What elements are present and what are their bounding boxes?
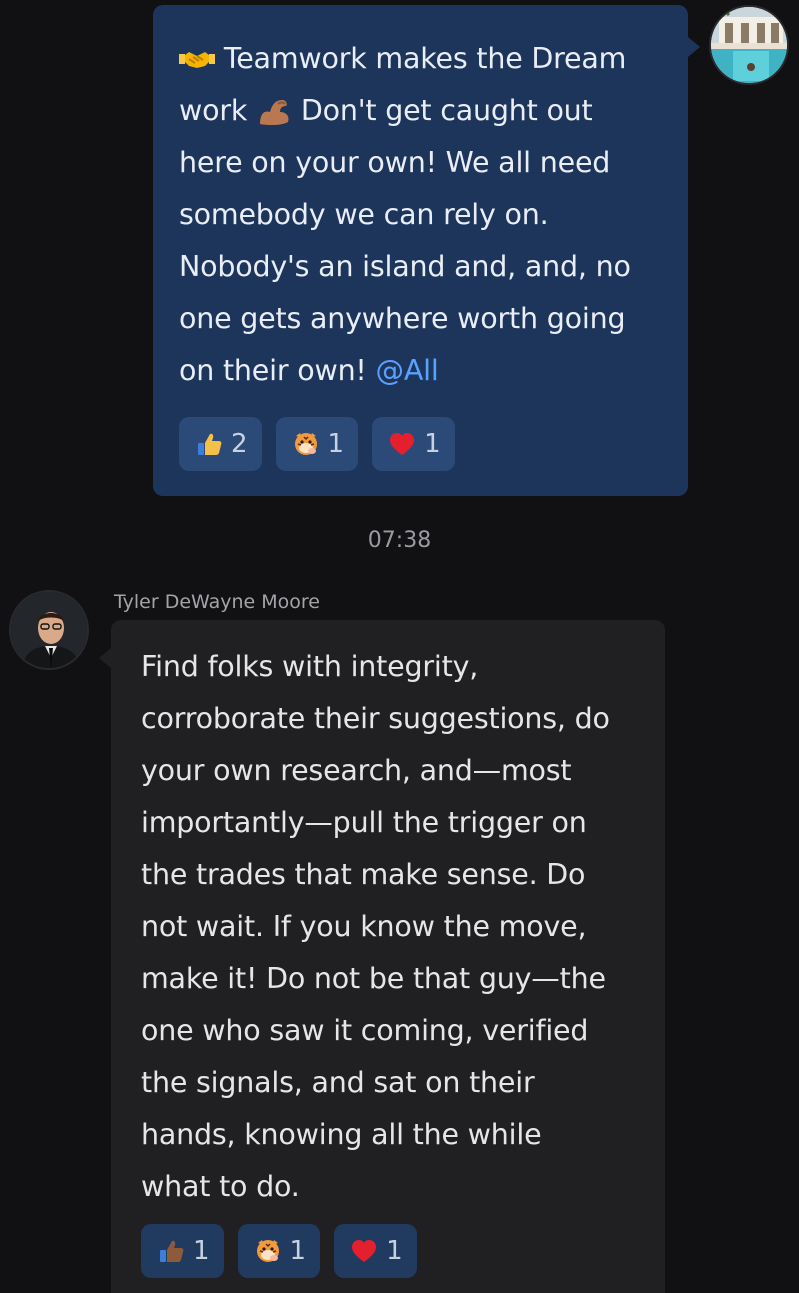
reaction-count: 1 <box>289 1236 307 1266</box>
mention-all-link[interactable]: @All <box>376 354 439 387</box>
reaction-tiger[interactable]: 1 <box>237 1224 321 1278</box>
my-avatar[interactable] <box>709 5 789 85</box>
message-timestamp: 07:38 <box>367 528 432 553</box>
incoming-message-bubble[interactable]: Find folks with integrity, corroborate t… <box>99 620 665 1293</box>
reaction-count: 1 <box>424 429 441 459</box>
thumbs-up-icon <box>160 1240 184 1262</box>
heart-icon <box>352 1240 377 1262</box>
outgoing-message-text: Teamwork makes the Dream work Don't get … <box>179 33 662 397</box>
reaction-heart[interactable]: 1 <box>372 417 455 471</box>
tiger-sticker-icon <box>256 1240 279 1262</box>
outgoing-text-part2: Don't get caught out here on your own! W… <box>179 94 631 387</box>
incoming-reactions: 1 1 1 <box>141 1224 417 1278</box>
outgoing-reactions: 2 1 1 <box>179 417 455 471</box>
thumbs-up-icon <box>198 433 222 455</box>
reaction-heart[interactable]: 1 <box>334 1224 417 1278</box>
sender-name: Tyler DeWayne Moore <box>114 591 320 613</box>
handshake-emoji-icon <box>179 52 215 68</box>
chat-view: Teamwork makes the Dream work Don't get … <box>0 0 799 1293</box>
incoming-message-text: Find folks with integrity, corroborate t… <box>141 650 610 1203</box>
sender-avatar[interactable] <box>9 590 89 670</box>
tiger-sticker-icon <box>294 433 317 455</box>
reaction-thumbs-up[interactable]: 1 <box>141 1224 224 1278</box>
man-in-suit-avatar-icon <box>11 592 87 668</box>
outgoing-message-bubble[interactable]: Teamwork makes the Dream work Don't get … <box>153 5 700 496</box>
reaction-tiger[interactable]: 1 <box>275 417 359 471</box>
reaction-count: 1 <box>327 429 345 459</box>
heart-icon <box>390 433 415 455</box>
flexed-biceps-emoji-icon <box>260 100 289 126</box>
resort-pool-avatar-icon <box>711 7 787 83</box>
reaction-count: 1 <box>193 1236 210 1266</box>
reaction-count: 1 <box>386 1236 403 1266</box>
reaction-count: 2 <box>231 429 248 459</box>
reaction-thumbs-up[interactable]: 2 <box>179 417 262 471</box>
